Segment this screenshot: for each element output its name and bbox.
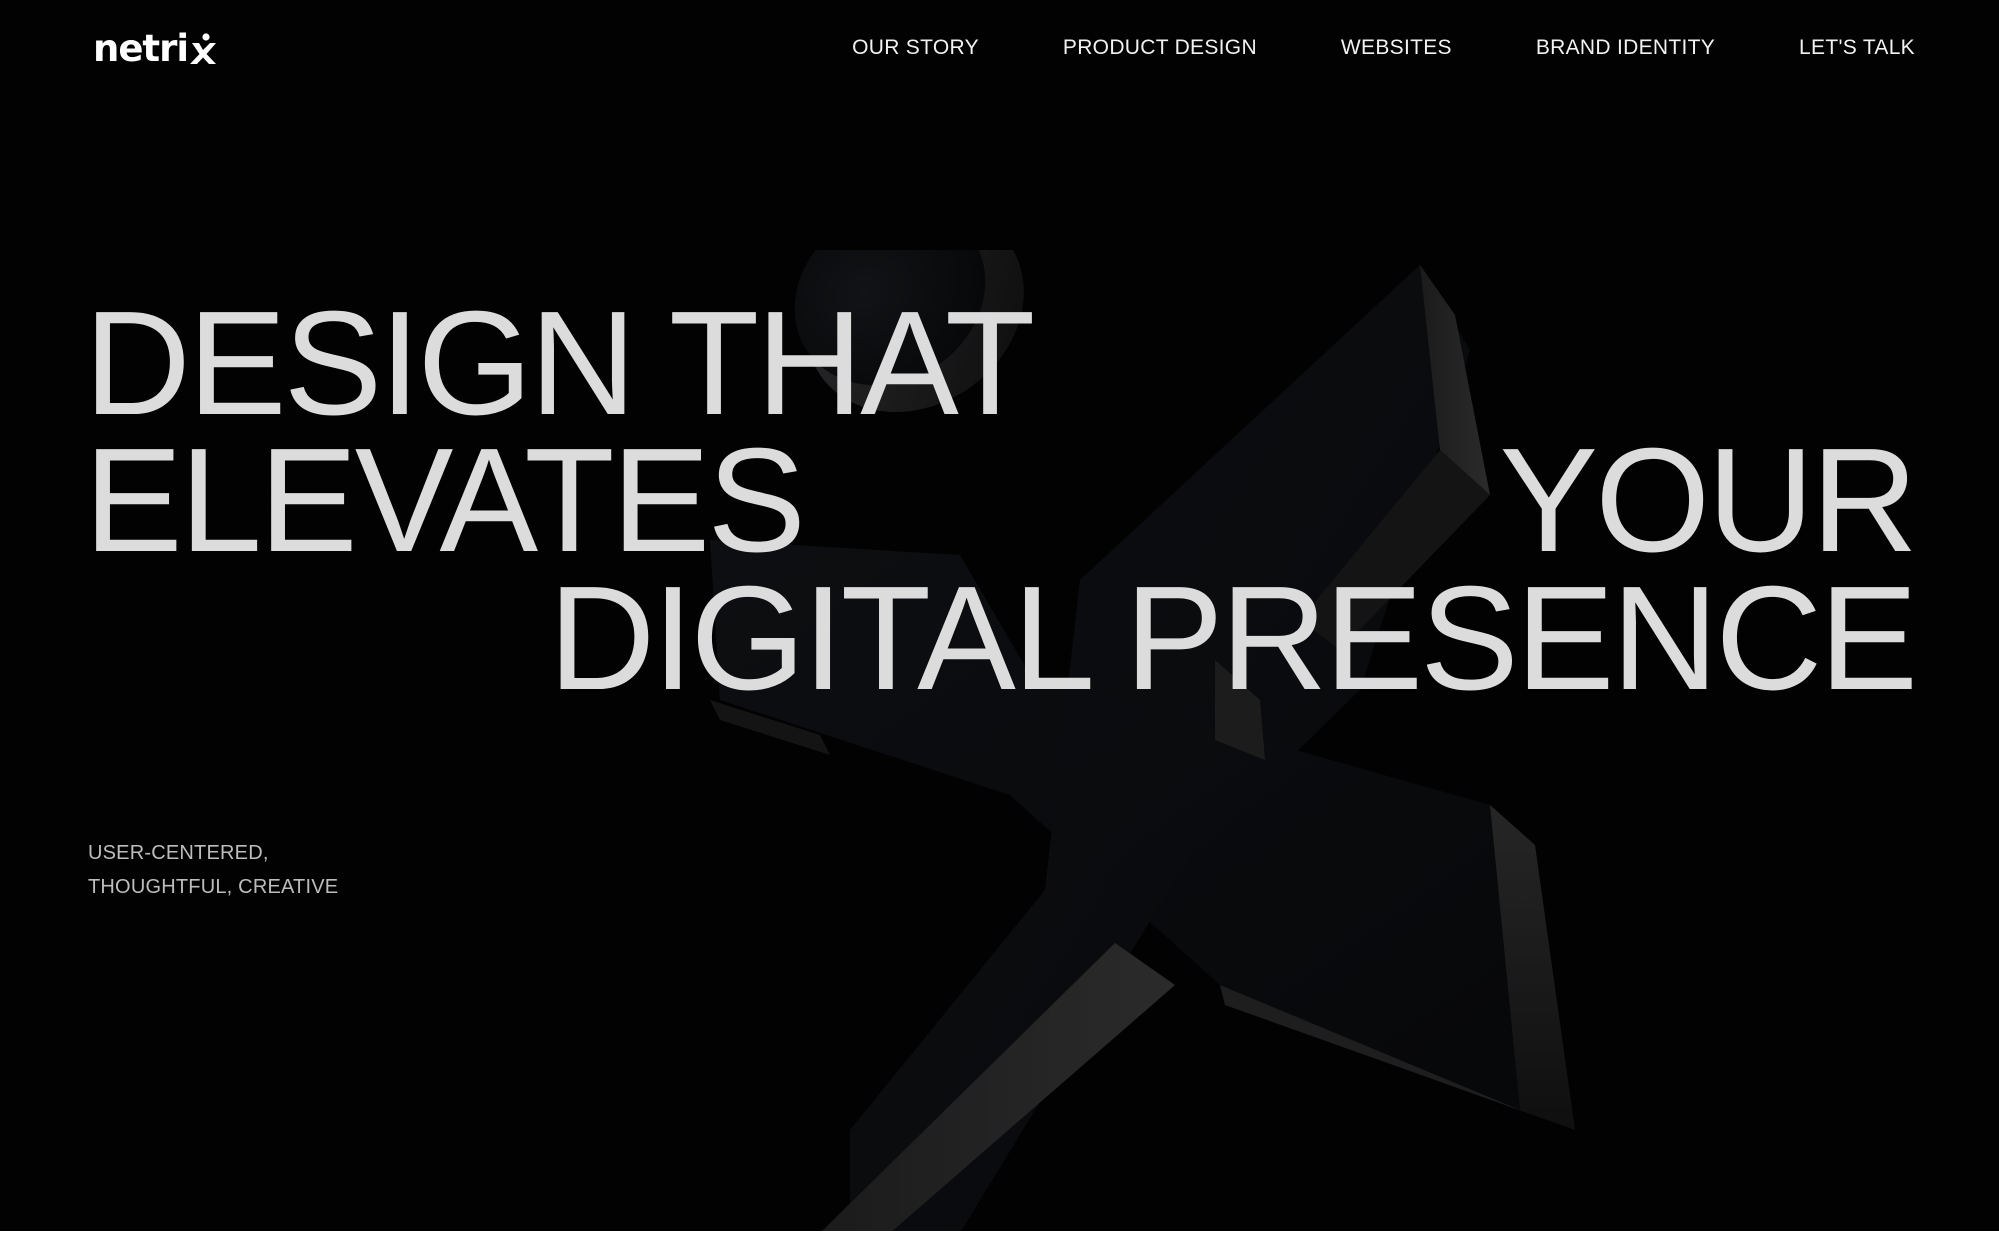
main-nav: OUR STORY PRODUCT DESIGN WEBSITES BRAND … [852, 32, 1915, 64]
brand-logo[interactable]: netri [93, 24, 217, 72]
nav-websites[interactable]: WEBSITES [1341, 32, 1452, 64]
landing-page: netri OUR STORY PRODUCT DESIGN WEBSITES … [0, 0, 1999, 1233]
tagline: USER-CENTERED, THOUGHTFUL, CREATIVE [88, 836, 338, 904]
tagline-line-2: THOUGHTFUL, CREATIVE [88, 876, 339, 898]
tagline-line-1: USER-CENTERED, [88, 842, 269, 864]
x-mark-icon [189, 31, 217, 65]
headline-line-1: DESIGN THAT [84, 281, 1035, 446]
nav-product-design[interactable]: PRODUCT DESIGN [1063, 32, 1257, 64]
nav-brand-identity[interactable]: BRAND IDENTITY [1536, 32, 1715, 64]
nav-lets-talk[interactable]: LET'S TALK [1799, 32, 1915, 64]
headline-line-3: DIGITAL PRESENCE [548, 556, 1918, 721]
headline-line-2-left: ELEVATES [84, 418, 806, 583]
logo-text: netri [93, 26, 189, 70]
headline-line-2-right: YOUR [1499, 418, 1918, 583]
nav-our-story[interactable]: OUR STORY [852, 32, 979, 64]
